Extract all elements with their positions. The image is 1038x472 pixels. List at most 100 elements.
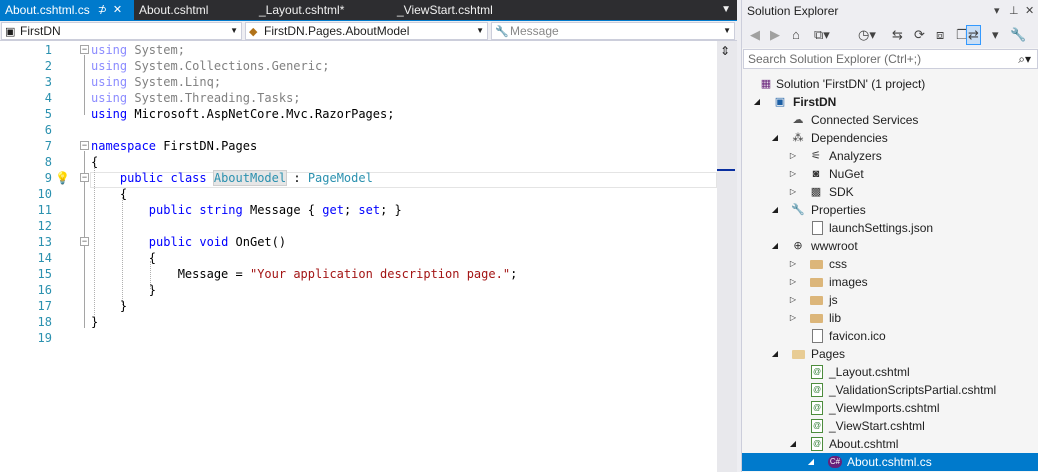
ide-window: About.cshtml.cs ⊅ ✕ About.cshtml _Layout… [0, 0, 1038, 472]
razor-file-icon: @ [811, 419, 823, 433]
search-solution-explorer-input[interactable]: Search Solution Explorer (Ctrl+;) ⌕▾ [743, 49, 1038, 69]
pin-icon[interactable]: ⊅ [98, 0, 107, 20]
tree-item-solution[interactable]: ▦ Solution 'FirstDN' (1 project) [742, 75, 1038, 93]
chevron-down-icon: ▼ [230, 26, 238, 35]
tree-item-css[interactable]: ▷ css [742, 255, 1038, 273]
chevron-down-icon: ▼ [476, 26, 484, 35]
tab-layout-cshtml[interactable]: _Layout.cshtml* [254, 0, 392, 20]
code-line: 5 using Microsoft.AspNetCore.Mvc.RazorPa… [0, 106, 717, 122]
navigation-bar: ▣ FirstDN ▼ ◆ FirstDN.Pages.AboutModel ▼… [0, 21, 737, 41]
tree-item-sdk[interactable]: ▷ ▩ SDK [742, 183, 1038, 201]
line-number: 15 [37, 267, 52, 281]
caret-position-marker [717, 169, 735, 171]
type-dropdown[interactable]: ◆ FirstDN.Pages.AboutModel ▼ [245, 22, 488, 40]
expanded-chevron-icon[interactable]: ◢ [770, 237, 780, 255]
search-icon[interactable]: ⌕▾ [1018, 50, 1031, 68]
tree-item-images[interactable]: ▷ images [742, 273, 1038, 291]
collapsed-chevron-icon[interactable]: ▷ [788, 183, 798, 201]
json-file-icon [812, 221, 823, 235]
tree-item-viewstart[interactable]: @ _ViewStart.cshtml [742, 417, 1038, 435]
collapsed-chevron-icon[interactable]: ▷ [788, 165, 798, 183]
tree-item-dependencies[interactable]: ◢ ⁂ Dependencies [742, 129, 1038, 147]
tree-item-layout-cshtml[interactable]: @ _Layout.cshtml [742, 363, 1038, 381]
tab-viewstart-cshtml[interactable]: _ViewStart.cshtml [392, 0, 532, 20]
sync-active-document-icon[interactable]: ⇄ [966, 25, 981, 45]
code-line: 3 using System.Linq; [0, 74, 717, 90]
tree-item-viewimports[interactable]: @ _ViewImports.cshtml [742, 399, 1038, 417]
razor-file-icon: @ [811, 383, 823, 397]
tree-item-nuget[interactable]: ▷ ◙ NuGet [742, 165, 1038, 183]
collapsed-chevron-icon[interactable]: ▷ [788, 147, 798, 165]
expanded-chevron-icon[interactable]: ◢ [788, 435, 798, 453]
code-text-area[interactable]: − − − − 💡 1 using System; 2 using System… [0, 41, 717, 472]
line-number: 18 [37, 315, 52, 329]
pending-changes-filter-icon[interactable]: ◷▾ [858, 26, 876, 44]
sdk-icon: ▩ [810, 186, 822, 198]
solution-icon: ▦ [760, 78, 772, 90]
search-placeholder: Search Solution Explorer (Ctrl+;) [748, 52, 922, 66]
sync-icon[interactable]: ⇆ [892, 26, 903, 44]
tree-item-wwwroot[interactable]: ◢ ⊕ wwwroot [742, 237, 1038, 255]
tree-item-properties[interactable]: ◢ 🔧 Properties [742, 201, 1038, 219]
collapsed-chevron-icon[interactable]: ▷ [788, 309, 798, 327]
tree-item-project[interactable]: ◢ ▣ FirstDN [742, 93, 1038, 111]
tree-item-connected-services[interactable]: ☁ Connected Services [742, 111, 1038, 129]
collapse-all-icon[interactable]: ⧈ [936, 26, 944, 44]
tree-item-launchsettings[interactable]: launchSettings.json [742, 219, 1038, 237]
split-window-icon[interactable]: ⇕ [720, 44, 730, 58]
wrench-icon[interactable]: 🔧 [1010, 26, 1026, 44]
tree-item-js[interactable]: ▷ js [742, 291, 1038, 309]
csharp-project-icon: ▣ [774, 96, 786, 108]
tree-item-analyzers[interactable]: ▷ ⚟ Analyzers [742, 147, 1038, 165]
close-icon[interactable]: ✕ [1025, 0, 1034, 22]
panel-title-bar: Solution Explorer ▾ ⊥ ✕ [742, 0, 1038, 22]
pin-icon[interactable]: ⊥ [1009, 0, 1019, 22]
type-dropdown-value: FirstDN.Pages.AboutModel [264, 24, 410, 38]
vertical-scrollbar[interactable]: ⇕ [717, 41, 737, 472]
code-line: 6 [0, 122, 717, 138]
line-number: 6 [44, 123, 52, 137]
expanded-chevron-icon[interactable]: ◢ [770, 129, 780, 147]
project-dropdown[interactable]: ▣ FirstDN ▼ [1, 22, 242, 40]
line-number: 3 [44, 75, 52, 89]
tab-label: About.cshtml.cs [5, 3, 90, 17]
expanded-chevron-icon[interactable]: ◢ [770, 201, 780, 219]
window-position-icon[interactable]: ▾ [994, 0, 1000, 22]
tree-item-pages[interactable]: ◢ Pages [742, 345, 1038, 363]
refresh-icon[interactable]: ⟳ [914, 26, 925, 44]
document-tab-strip: About.cshtml.cs ⊅ ✕ About.cshtml _Layout… [0, 0, 737, 20]
tree-item-about-cshtml[interactable]: ◢ @ About.cshtml [742, 435, 1038, 453]
tree-item-about-cshtml-cs[interactable]: ◢ C# About.cshtml.cs [742, 453, 1038, 471]
line-number: 17 [37, 299, 52, 313]
collapsed-chevron-icon[interactable]: ▷ [788, 291, 798, 309]
tab-overflow-icon[interactable]: ▼ [721, 0, 731, 20]
razor-file-icon: @ [811, 365, 823, 379]
wrench-icon: 🔧 [791, 204, 805, 216]
toolbar-dropdown-icon[interactable]: ▾ [992, 26, 999, 44]
tree-item-validation-scripts-partial[interactable]: @ _ValidationScriptsPartial.cshtml [742, 381, 1038, 399]
code-line: 15 Message = "Your application descripti… [0, 266, 717, 282]
line-number: 5 [44, 107, 52, 121]
member-dropdown[interactable]: 🔧 Message ▼ [491, 22, 735, 40]
code-line: 14 { [0, 250, 717, 266]
close-icon[interactable]: ✕ [113, 0, 122, 20]
collapsed-chevron-icon[interactable]: ▷ [788, 255, 798, 273]
line-number: 4 [44, 91, 52, 105]
collapsed-chevron-icon[interactable]: ▷ [788, 273, 798, 291]
expanded-chevron-icon[interactable]: ◢ [770, 345, 780, 363]
switch-views-icon[interactable]: ⧉▾ [814, 26, 830, 44]
line-number: 1 [44, 43, 52, 57]
forward-icon[interactable]: ▶ [770, 26, 780, 44]
tree-item-favicon[interactable]: favicon.ico [742, 327, 1038, 345]
folder-icon [810, 260, 823, 269]
expanded-chevron-icon[interactable]: ◢ [806, 453, 816, 471]
line-number: 19 [37, 331, 52, 345]
tree-item-lib[interactable]: ▷ lib [742, 309, 1038, 327]
open-folder-icon [792, 350, 805, 359]
expanded-chevron-icon[interactable]: ◢ [752, 93, 762, 111]
tab-about-cshtml[interactable]: About.cshtml [134, 0, 254, 20]
tab-about-cshtml-cs[interactable]: About.cshtml.cs ⊅ ✕ [0, 0, 134, 20]
back-icon[interactable]: ◀ [750, 26, 760, 44]
home-icon[interactable]: ⌂ [792, 26, 800, 44]
code-line: 19 [0, 330, 717, 346]
